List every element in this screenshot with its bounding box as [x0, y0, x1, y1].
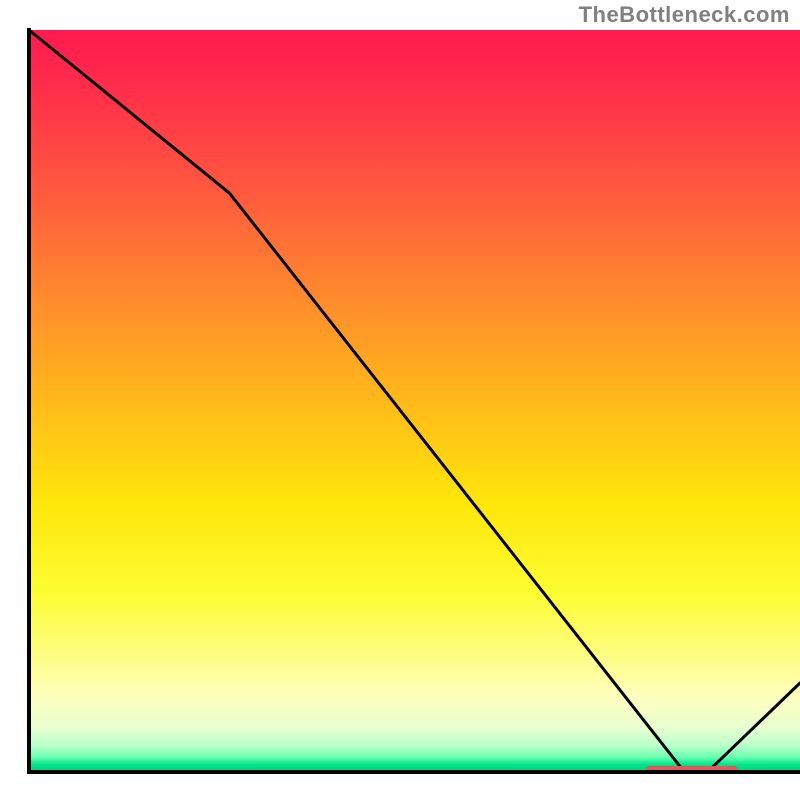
y-axis — [27, 28, 31, 774]
chart-container: TheBottleneck.com — [0, 0, 800, 800]
x-axis — [27, 770, 800, 774]
bottleneck-line — [29, 30, 800, 772]
attribution-text: TheBottleneck.com — [579, 2, 790, 28]
